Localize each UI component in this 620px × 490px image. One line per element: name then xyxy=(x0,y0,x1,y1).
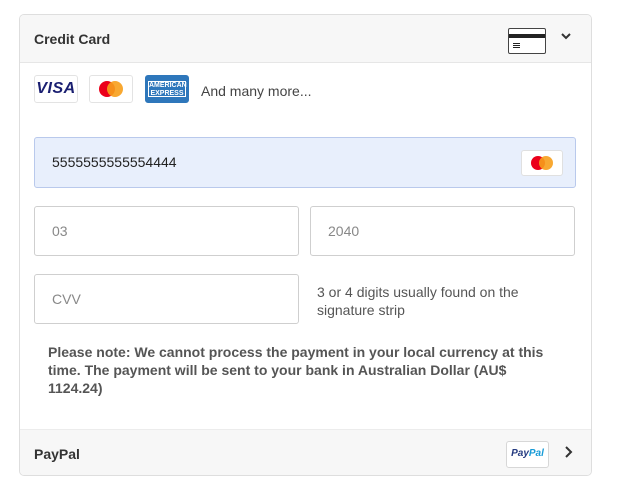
chevron-down-icon[interactable] xyxy=(560,30,572,42)
paypal-logo: PayPal xyxy=(506,441,549,468)
expiry-month-value: 03 xyxy=(52,223,68,239)
credit-card-icon xyxy=(508,28,546,54)
cvv-help-text: 3 or 4 digits usually found on the signa… xyxy=(317,284,519,318)
visa-logo: VISA xyxy=(34,75,78,103)
card-number-input[interactable]: 5555555555554444 xyxy=(34,137,576,188)
credit-card-title: Credit Card xyxy=(34,31,111,47)
paypal-option[interactable]: PayPal PayPal xyxy=(20,429,591,475)
credit-card-header[interactable]: Credit Card xyxy=(20,15,591,63)
currency-note: Please note: We cannot process the payme… xyxy=(48,344,544,396)
cvv-placeholder: CVV xyxy=(52,291,81,307)
more-cards-text: And many more... xyxy=(201,83,312,99)
paypal-title: PayPal xyxy=(34,446,80,462)
expiry-year-input[interactable]: 2040 xyxy=(310,206,575,256)
expiry-month-input[interactable]: 03 xyxy=(34,206,299,256)
mastercard-icon xyxy=(521,150,563,176)
mastercard-logo xyxy=(89,75,133,103)
card-number-value: 5555555555554444 xyxy=(52,154,177,170)
payment-methods-panel: Credit Card VISA AMERICAN EXPRESS And man… xyxy=(19,14,592,476)
amex-logo: AMERICAN EXPRESS xyxy=(145,75,189,103)
chevron-right-icon[interactable] xyxy=(562,445,574,459)
expiry-year-value: 2040 xyxy=(328,223,360,239)
cvv-input[interactable]: CVV xyxy=(34,274,299,324)
